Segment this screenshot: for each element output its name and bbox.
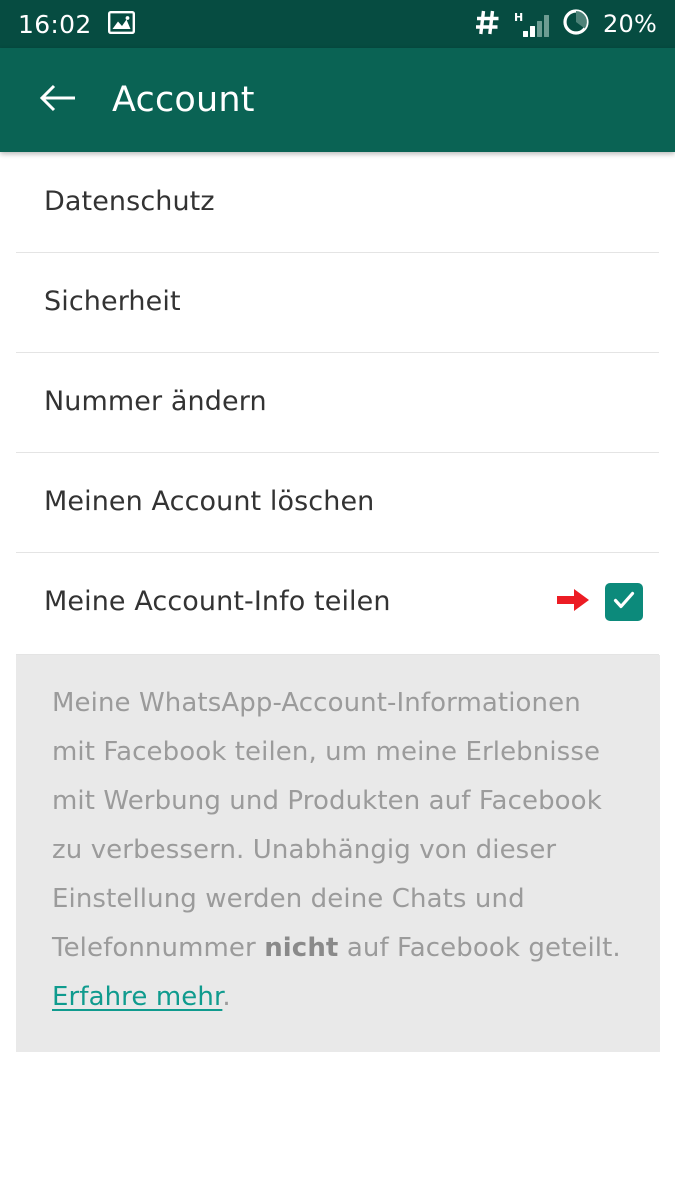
battery-circle-icon [562,8,590,40]
settings-row-nummer-aendern[interactable]: Nummer ändern [0,352,675,452]
info-text-part1: Meine WhatsApp-Account-Informationen mit… [52,688,602,963]
settings-row-label: Nummer ändern [44,386,267,418]
back-arrow-icon [38,82,78,118]
status-time: 16:02 [18,9,92,39]
info-text-part3: . [222,982,231,1012]
signal-type-label: H [514,11,524,24]
info-text-bold: nicht [264,933,339,963]
battery-percent: 20% [603,10,657,38]
share-info-text: Meine WhatsApp-Account-Informationen mit… [52,679,628,1022]
share-account-info-checkbox[interactable] [605,583,643,621]
settings-row-account-loeschen[interactable]: Meinen Account löschen [0,452,675,552]
back-button[interactable] [32,74,84,126]
red-arrow-icon [555,585,591,619]
settings-row-datenschutz[interactable]: Datenschutz [0,152,675,252]
settings-row-label: Sicherheit [44,286,181,318]
settings-row-label: Meine Account-Info teilen [44,586,391,618]
settings-row-account-info-teilen[interactable]: Meine Account-Info teilen [0,552,675,652]
photo-icon [107,10,135,38]
checkmark-icon [611,587,637,617]
learn-more-link[interactable]: Erfahre mehr [52,982,222,1012]
settings-row-controls [555,583,659,621]
settings-row-sicherheit[interactable]: Sicherheit [0,252,675,352]
status-bar: 16:02 H 20% [0,0,675,48]
info-text-part2: auf Facebook geteilt. [338,933,621,963]
signal-bars-icon: H [514,11,550,37]
signal-bar-4 [544,15,550,37]
app-bar: Account [0,48,675,152]
settings-list: Datenschutz Sicherheit Nummer ändern Mei… [0,152,675,652]
signal-bar-2 [530,26,536,37]
settings-row-label: Datenschutz [44,186,215,218]
status-bar-right: H 20% [474,8,657,40]
signal-bar-1 [523,31,529,37]
status-bar-left: 16:02 [18,9,135,39]
hash-icon [474,9,501,40]
page-title: Account [112,79,255,120]
settings-row-label: Meinen Account löschen [44,486,375,518]
share-info-panel: Meine WhatsApp-Account-Informationen mit… [16,655,660,1052]
phone-screen: 16:02 H 20% Account Datenschutz Sicherhe… [0,0,675,1200]
signal-bar-3 [537,21,543,37]
